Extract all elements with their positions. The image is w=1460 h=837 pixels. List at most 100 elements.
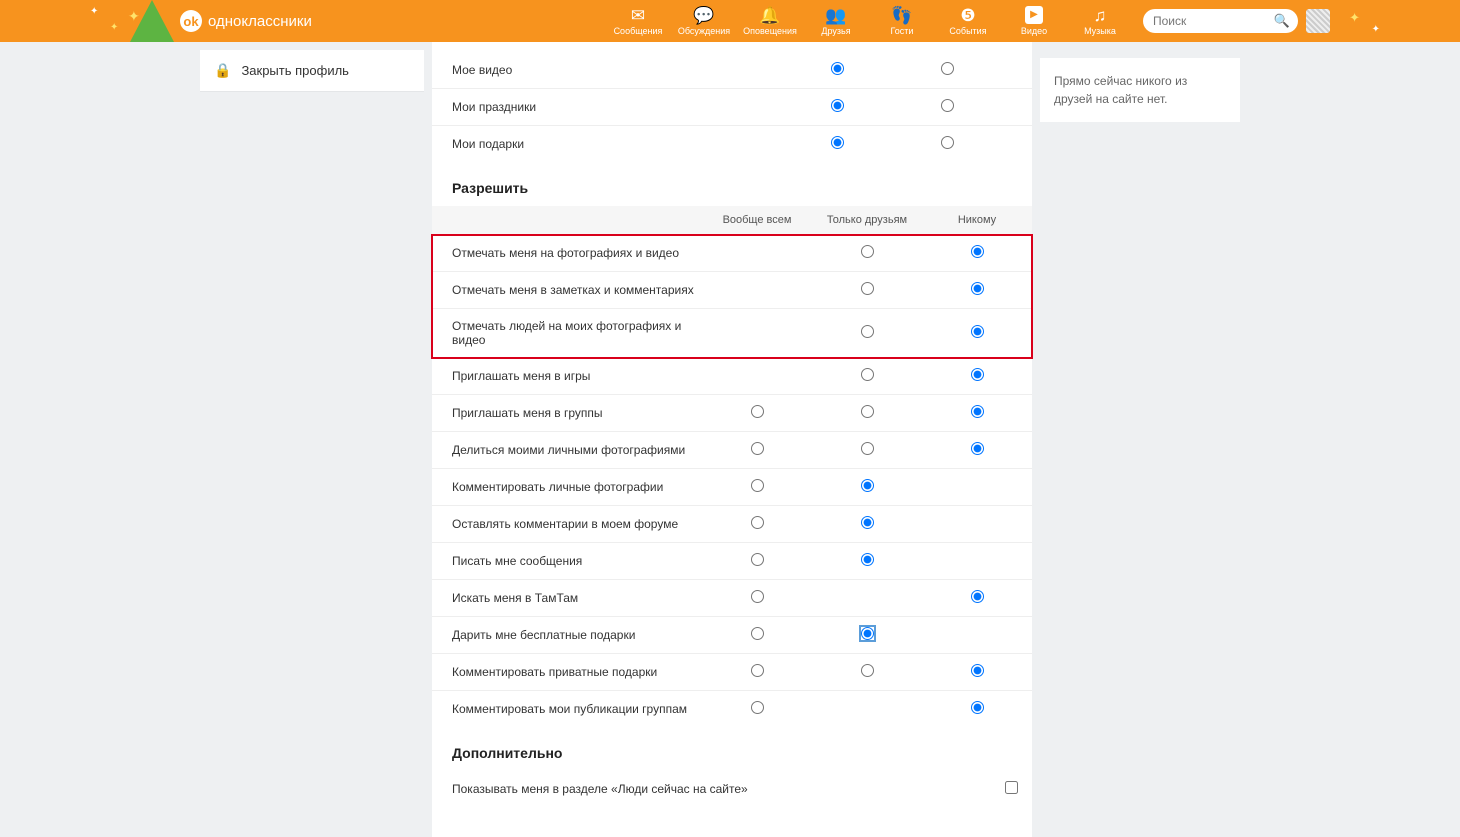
allow-row: Писать мне сообщения bbox=[432, 543, 1032, 580]
radio-option[interactable] bbox=[861, 368, 874, 381]
radio-option[interactable] bbox=[971, 590, 984, 603]
visibility-row: Мое видео bbox=[432, 52, 1032, 89]
nav-icon: 🔔 bbox=[759, 7, 780, 24]
radio-option[interactable] bbox=[861, 479, 874, 492]
radio-option[interactable] bbox=[751, 664, 764, 677]
nav-label: Друзья bbox=[821, 26, 850, 36]
nav-item-0[interactable]: ✉Сообщения bbox=[605, 0, 671, 42]
nav-label: События bbox=[949, 26, 986, 36]
radio-option[interactable] bbox=[861, 664, 874, 677]
radio-option[interactable] bbox=[831, 136, 844, 149]
allow-row: Дарить мне бесплатные подарки bbox=[432, 617, 1032, 654]
radio-option[interactable] bbox=[971, 442, 984, 455]
radio-option[interactable] bbox=[941, 62, 954, 75]
checkbox-option[interactable] bbox=[1005, 781, 1018, 794]
allow-row: Искать меня в ТамТам bbox=[432, 580, 1032, 617]
radio-option[interactable] bbox=[971, 664, 984, 677]
allow-row: Приглашать меня в игры bbox=[432, 358, 1032, 395]
nav-label: Гости bbox=[891, 26, 914, 36]
extra-row: Показывать меня в разделе «Люди сейчас н… bbox=[432, 771, 1032, 807]
tree-icon bbox=[130, 0, 174, 42]
radio-option[interactable] bbox=[861, 627, 874, 640]
friends-status-text: Прямо сейчас никого из друзей на сайте н… bbox=[1054, 74, 1187, 106]
radio-option[interactable] bbox=[861, 245, 874, 258]
radio-option[interactable] bbox=[861, 325, 874, 338]
radio-option[interactable] bbox=[751, 553, 764, 566]
nav-item-3[interactable]: 👥 Друзья bbox=[803, 0, 869, 42]
radio-option[interactable] bbox=[831, 62, 844, 75]
nav-icon: 💬 bbox=[693, 7, 714, 24]
column-header: Только друзьям bbox=[812, 206, 922, 235]
row-label: Комментировать личные фотографии bbox=[432, 469, 702, 506]
allow-row: Комментировать мои публикации группам bbox=[432, 691, 1032, 728]
allow-row: Комментировать личные фотографии bbox=[432, 469, 1032, 506]
nav-label: Музыка bbox=[1084, 26, 1116, 36]
radio-option[interactable] bbox=[751, 405, 764, 418]
nav-item-1[interactable]: 💬Обсуждения bbox=[671, 0, 737, 42]
radio-option[interactable] bbox=[751, 479, 764, 492]
row-label: Писать мне сообщения bbox=[432, 543, 702, 580]
allow-row: Оставлять комментарии в моем форуме bbox=[432, 506, 1032, 543]
top-nav: ✉Сообщения💬Обсуждения 🔔 Оповещения 👥 Друзья 👣… bbox=[605, 0, 1133, 42]
sidebar-item-label: Закрыть профиль bbox=[241, 63, 349, 78]
row-label: Комментировать приватные подарки bbox=[432, 654, 702, 691]
radio-option[interactable] bbox=[861, 405, 874, 418]
sidebar-item-close-profile[interactable]: 🔒 Закрыть профиль bbox=[200, 50, 424, 91]
row-label: Приглашать меня в игры bbox=[432, 358, 702, 395]
row-label: Мои праздники bbox=[432, 89, 782, 126]
radio-option[interactable] bbox=[941, 99, 954, 112]
visibility-row: Мои подарки bbox=[432, 126, 1032, 163]
friends-online-card: Прямо сейчас никого из друзей на сайте н… bbox=[1040, 58, 1240, 122]
sparkle-icon: ✦ bbox=[110, 22, 118, 33]
section-title-extra: Дополнительно bbox=[432, 727, 1032, 771]
row-label: Мое видео bbox=[432, 52, 782, 89]
allow-table: Вообще всемТолько друзьямНикомуОтмечать … bbox=[432, 206, 1032, 727]
radio-option[interactable] bbox=[861, 442, 874, 455]
allow-row: Комментировать приватные подарки bbox=[432, 654, 1032, 691]
extra-table: Показывать меня в разделе «Люди сейчас н… bbox=[432, 771, 1032, 807]
nav-icon: ❺ bbox=[960, 7, 975, 24]
search-icon[interactable]: 🔍 bbox=[1274, 13, 1290, 29]
row-label: Отмечать меня в заметках и комментариях bbox=[432, 272, 702, 309]
radio-option[interactable] bbox=[941, 136, 954, 149]
nav-icon: ▶ bbox=[1025, 6, 1043, 24]
nav-item-4[interactable]: 👣 Гости bbox=[869, 0, 935, 42]
allow-row: Делиться моими личными фотографиями bbox=[432, 432, 1032, 469]
nav-label: Оповещения bbox=[743, 26, 797, 36]
radio-option[interactable] bbox=[861, 282, 874, 295]
nav-item-6[interactable]: ▶ Видео bbox=[1001, 0, 1067, 42]
logo-ok-icon: ok bbox=[180, 10, 202, 32]
row-label: Приглашать меня в группы bbox=[432, 395, 702, 432]
radio-option[interactable] bbox=[831, 99, 844, 112]
radio-option[interactable] bbox=[861, 553, 874, 566]
avatar[interactable] bbox=[1306, 9, 1330, 33]
row-label: Искать меня в ТамТам bbox=[432, 580, 702, 617]
nav-item-7[interactable]: ♫Музыка bbox=[1067, 0, 1133, 42]
radio-option[interactable] bbox=[971, 701, 984, 714]
radio-option[interactable] bbox=[971, 368, 984, 381]
radio-option[interactable] bbox=[971, 282, 984, 295]
logo[interactable]: ok одноклассники bbox=[180, 10, 312, 32]
sidebar-right: Прямо сейчас никого из друзей на сайте н… bbox=[1040, 42, 1240, 837]
section-title-allow: Разрешить bbox=[432, 162, 1032, 206]
radio-option[interactable] bbox=[971, 245, 984, 258]
radio-option[interactable] bbox=[751, 442, 764, 455]
radio-option[interactable] bbox=[751, 701, 764, 714]
radio-option[interactable] bbox=[751, 516, 764, 529]
top-navbar: ✦ ✦ ✦ ok одноклассники ✉Сообщения💬Обсужд… bbox=[0, 0, 1460, 42]
nav-item-5[interactable]: ❺ События bbox=[935, 0, 1001, 42]
nav-item-2[interactable]: 🔔 Оповещения bbox=[737, 0, 803, 42]
row-label: Отмечать меня на фотографиях и видео bbox=[432, 235, 702, 272]
radio-option[interactable] bbox=[751, 627, 764, 640]
visibility-row: Мои праздники bbox=[432, 89, 1032, 126]
column-header bbox=[432, 206, 702, 235]
radio-option[interactable] bbox=[971, 325, 984, 338]
nav-icon: 👥 bbox=[825, 7, 846, 24]
column-header: Никому bbox=[922, 206, 1032, 235]
allow-row: Приглашать меня в группы bbox=[432, 395, 1032, 432]
radio-option[interactable] bbox=[751, 590, 764, 603]
nav-icon: 👣 bbox=[891, 7, 912, 24]
nav-label: Видео bbox=[1021, 26, 1047, 36]
radio-option[interactable] bbox=[971, 405, 984, 418]
radio-option[interactable] bbox=[861, 516, 874, 529]
